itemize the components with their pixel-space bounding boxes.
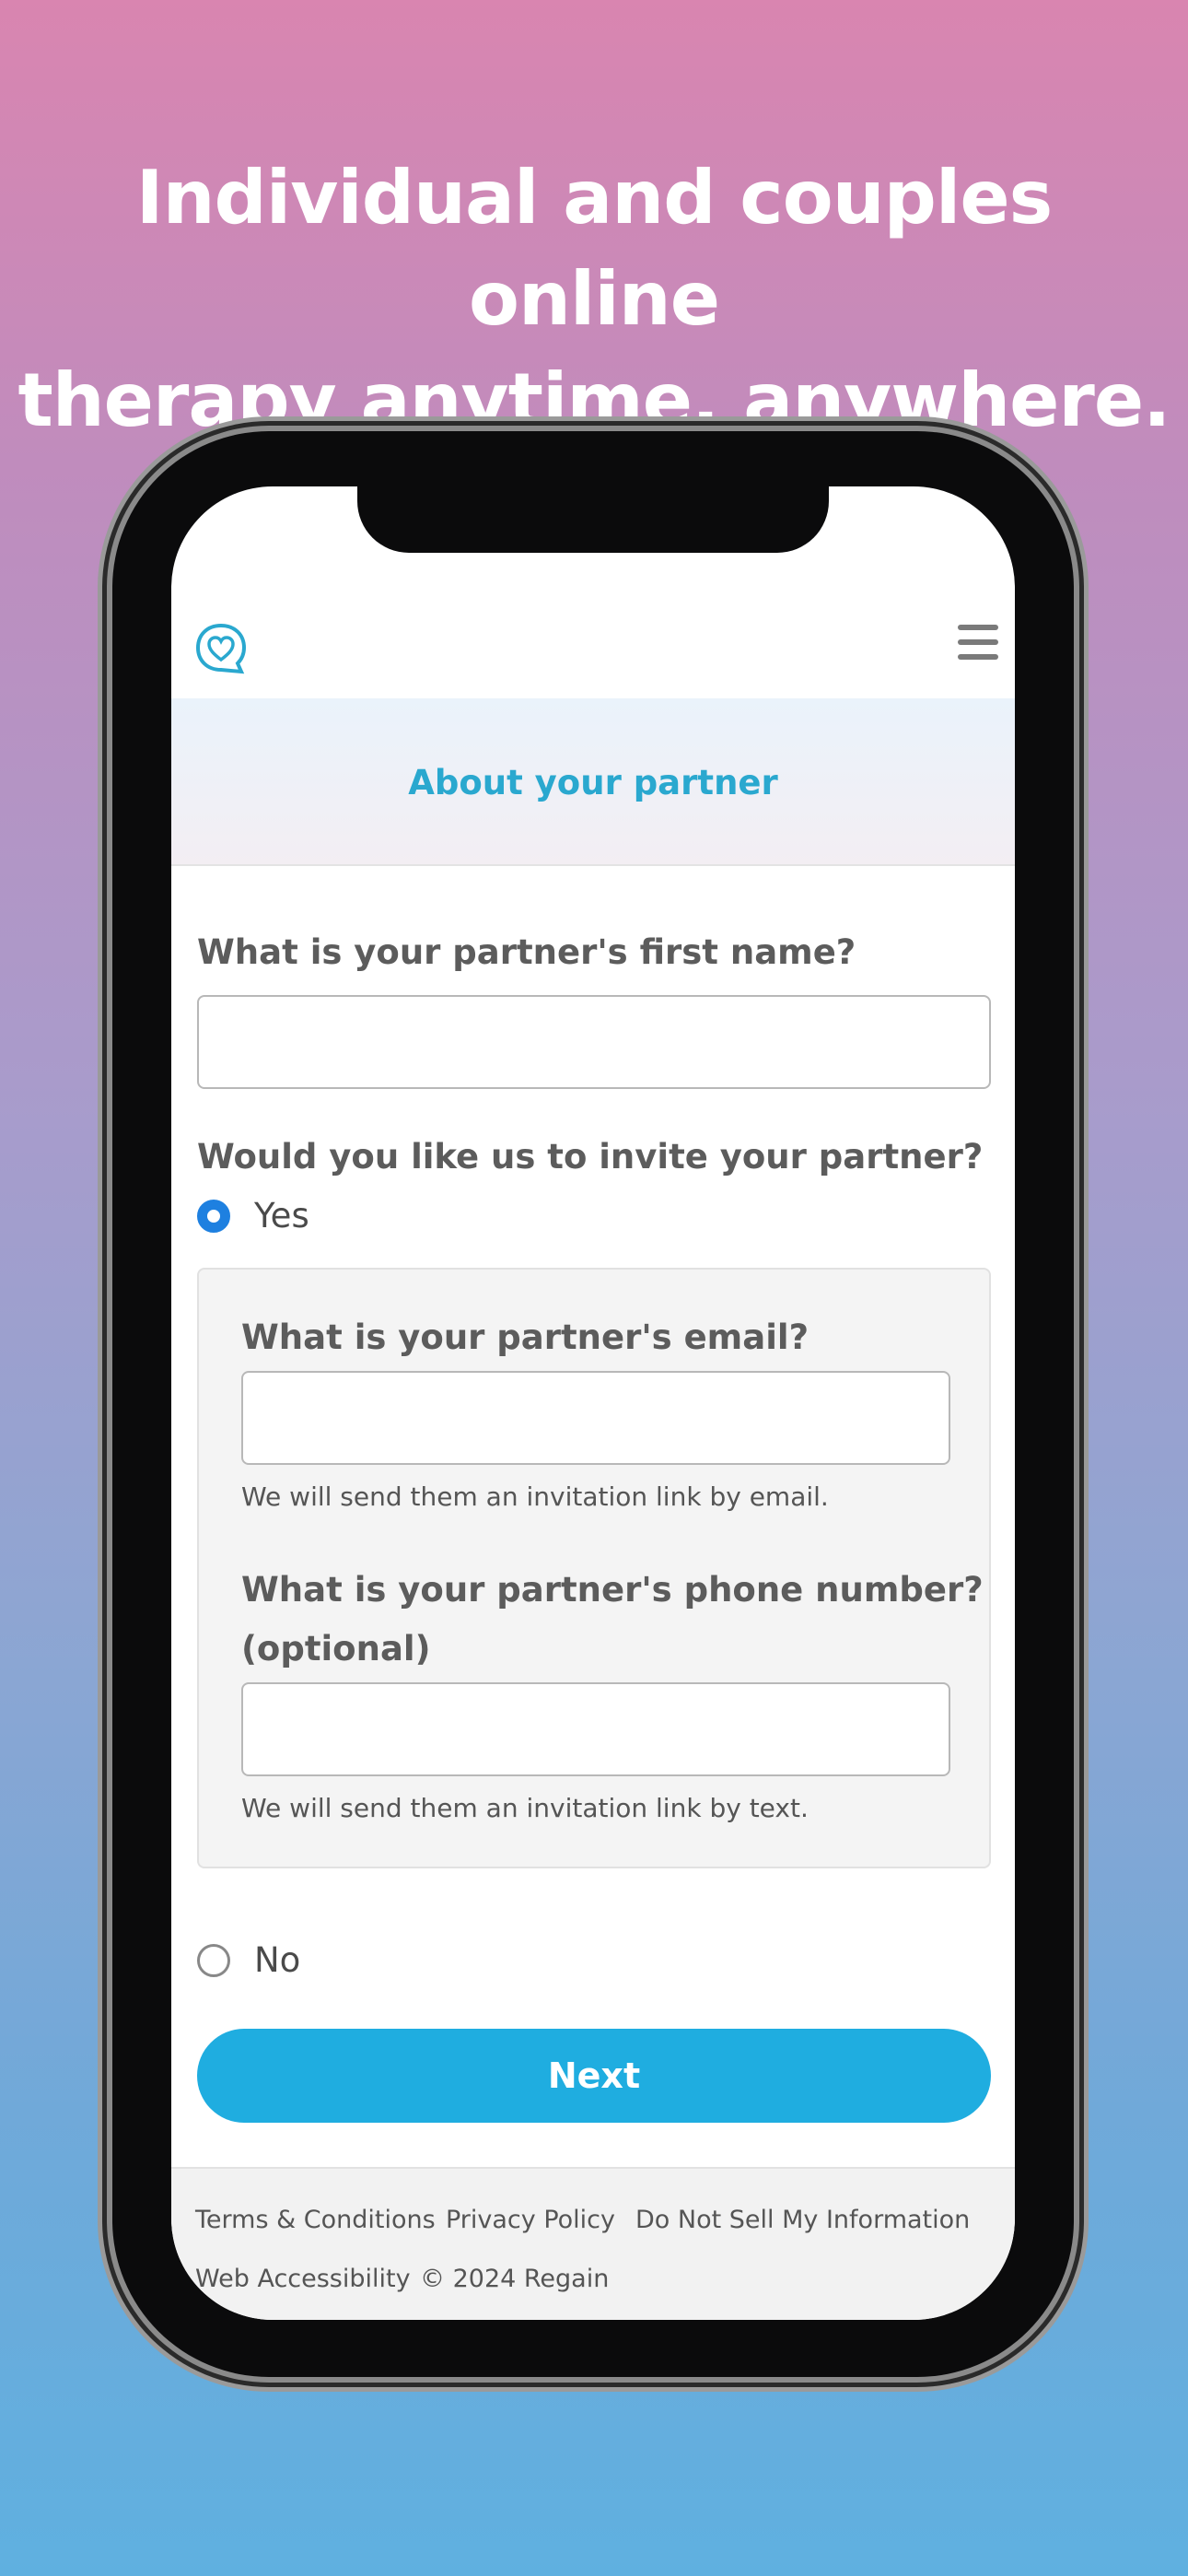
phone-input[interactable] xyxy=(241,1682,950,1776)
footer-do-not-sell-link[interactable]: Do Not Sell My Information xyxy=(635,2206,970,2234)
footer-privacy-link[interactable]: Privacy Policy xyxy=(446,2206,615,2234)
first-name-input[interactable] xyxy=(197,995,991,1089)
footer-accessibility-link[interactable]: Web Accessibility xyxy=(195,2265,411,2293)
headline-line-1: Individual and couples online xyxy=(135,155,1053,342)
first-name-label: What is your partner's first name? xyxy=(197,932,856,972)
phone-frame: About your partner What is your partner'… xyxy=(112,431,1074,2377)
no-radio[interactable] xyxy=(197,1944,230,1977)
invite-question-label: Would you like us to invite your partner… xyxy=(197,1137,984,1177)
section-banner: About your partner xyxy=(171,698,1015,866)
phone-label-line-2: (optional) xyxy=(241,1629,431,1669)
email-label: What is your partner's email? xyxy=(241,1317,809,1357)
email-hint: We will send them an invitation link by … xyxy=(241,1481,829,1512)
marketing-headline: Individual and couples online therapy an… xyxy=(0,147,1188,451)
phone-notch xyxy=(357,486,829,553)
next-button[interactable]: Next xyxy=(197,2029,991,2123)
footer-terms-link[interactable]: Terms & Conditions xyxy=(195,2206,436,2234)
phone-label-line-1: What is your partner's phone number? xyxy=(241,1570,984,1610)
yes-radio[interactable] xyxy=(197,1200,230,1233)
yes-radio-label[interactable]: Yes xyxy=(254,1196,309,1235)
footer-copyright: © 2024 Regain xyxy=(420,2265,610,2293)
phone-screen: About your partner What is your partner'… xyxy=(171,486,1015,2320)
footer: Terms & Conditions Privacy Policy Do Not… xyxy=(171,2167,1015,2320)
hamburger-menu-icon[interactable] xyxy=(958,625,998,662)
email-input[interactable] xyxy=(241,1371,950,1465)
no-radio-label[interactable]: No xyxy=(254,1940,300,1980)
app-header xyxy=(171,588,1015,698)
page-title: About your partner xyxy=(408,763,778,802)
phone-hint: We will send them an invitation link by … xyxy=(241,1793,809,1823)
heart-chat-bubble-icon[interactable] xyxy=(193,621,249,676)
invite-details-panel: What is your partner's email? We will se… xyxy=(197,1268,991,1868)
